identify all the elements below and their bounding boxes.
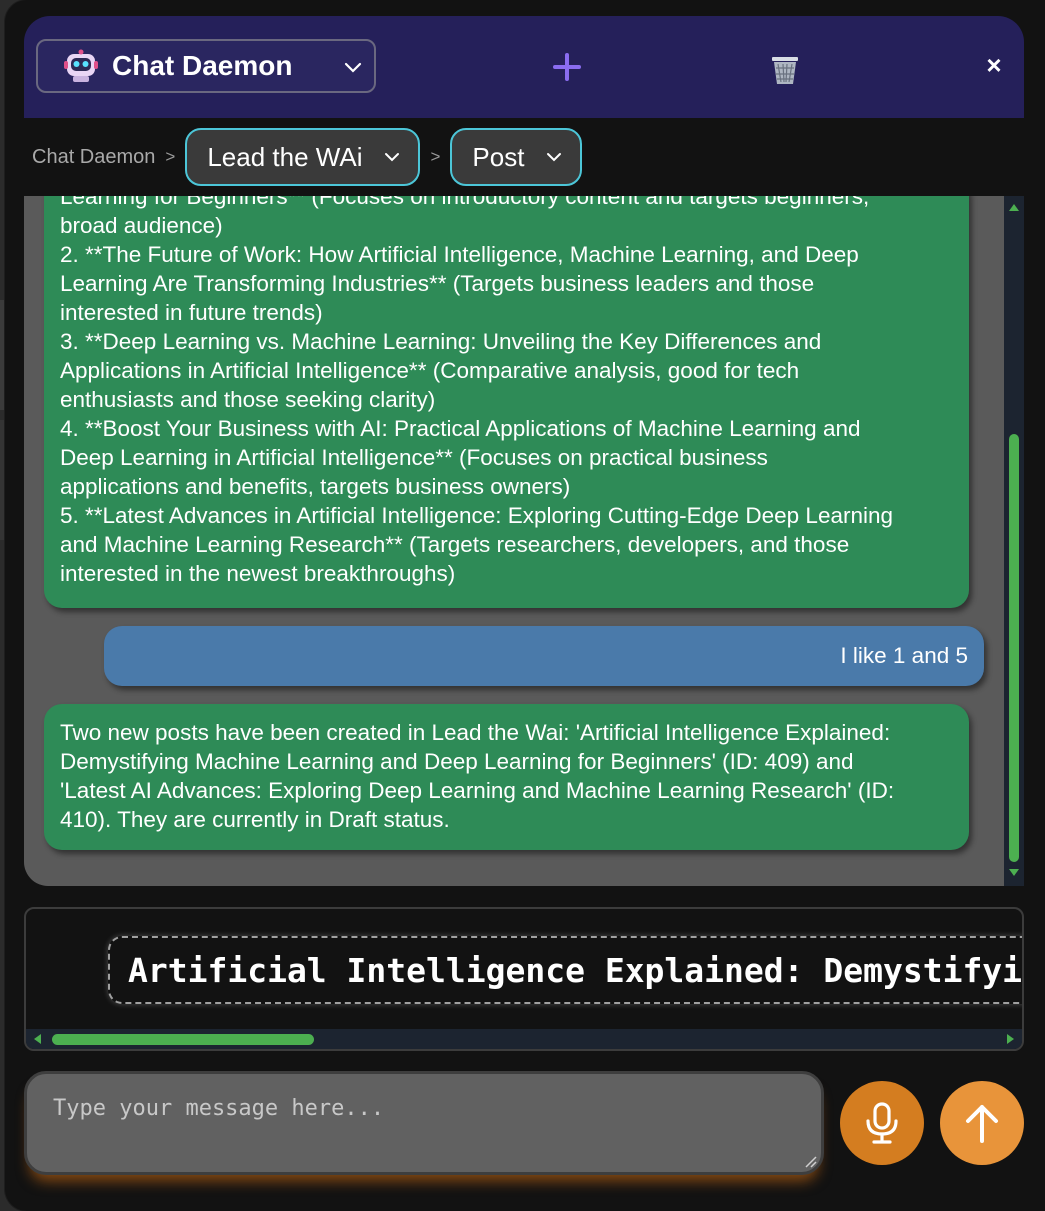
message-line: Learning for Beginners** (Focuses on int… bbox=[60, 196, 870, 209]
send-button[interactable] bbox=[940, 1081, 1024, 1165]
breadcrumb-separator: > bbox=[165, 147, 176, 166]
message-line: Learning Are Transforming Industries** (… bbox=[60, 271, 815, 296]
bot-message: Two new posts have been created in Lead … bbox=[44, 704, 969, 850]
message-line: 4. **Boost Your Business with AI: Practi… bbox=[60, 416, 861, 441]
microphone-icon bbox=[866, 1102, 898, 1144]
site-selector-label: Lead the WAi bbox=[207, 141, 363, 172]
message-line: Demystifying Machine Learning and Deep L… bbox=[60, 749, 854, 774]
site-selector[interactable]: Lead the WAi bbox=[185, 128, 421, 186]
chevron-down-icon bbox=[344, 62, 362, 73]
breadcrumb: Chat Daemon > Lead the WAi > Post bbox=[24, 118, 1024, 196]
chevron-down-icon bbox=[385, 153, 400, 162]
scroll-left-icon[interactable] bbox=[32, 1033, 42, 1045]
scrollbar-thumb[interactable] bbox=[1009, 434, 1019, 862]
arrow-up-icon bbox=[966, 1105, 998, 1143]
message-line: broad audience) bbox=[60, 213, 223, 238]
close-button[interactable]: × bbox=[979, 50, 1009, 80]
header-bar: Chat Daemon × bbox=[24, 16, 1024, 118]
message-line: Two new posts have been created in Lead … bbox=[60, 720, 891, 745]
breadcrumb-separator: > bbox=[430, 147, 441, 166]
type-selector[interactable]: Post bbox=[450, 128, 583, 186]
horizontal-scrollbar[interactable] bbox=[26, 1029, 1022, 1049]
message-line: interested in future trends) bbox=[60, 300, 323, 325]
message-line: 2. **The Future of Work: How Artificial … bbox=[60, 242, 859, 267]
message-line: I like 1 and 5 bbox=[840, 643, 968, 668]
robot-icon bbox=[64, 49, 98, 82]
user-message: I like 1 and 5 bbox=[104, 626, 984, 686]
post-title-text: Artificial Intelligence Explained: Demys… bbox=[128, 950, 1023, 990]
message-line: and Machine Learning Research** (Targets… bbox=[60, 532, 850, 557]
message-line: 5. **Latest Advances in Artificial Intel… bbox=[60, 503, 894, 528]
message-line: interested in the newest breakthroughs) bbox=[60, 561, 456, 586]
breadcrumb-root[interactable]: Chat Daemon bbox=[32, 146, 155, 169]
bot-message: Learning for Beginners** (Focuses on int… bbox=[44, 196, 969, 608]
bot-name: Chat Daemon bbox=[112, 50, 293, 81]
scroll-right-icon[interactable] bbox=[1006, 1033, 1016, 1045]
message-input-placeholder: Type your message here... bbox=[53, 1096, 385, 1121]
plus-icon bbox=[553, 53, 581, 81]
voice-input-button[interactable] bbox=[840, 1081, 924, 1165]
chevron-down-icon bbox=[547, 153, 562, 162]
post-title-chip[interactable]: Artificial Intelligence Explained: Demys… bbox=[108, 936, 1023, 1004]
bot-selector[interactable]: Chat Daemon bbox=[36, 39, 376, 93]
new-chat-button[interactable] bbox=[552, 52, 582, 84]
post-title-scroller: Artificial Intelligence Explained: Demys… bbox=[24, 907, 1024, 1051]
message-input[interactable]: Type your message here... bbox=[24, 1071, 824, 1175]
message-line: applications and benefits, targets busin… bbox=[60, 474, 571, 499]
scroll-down-icon[interactable] bbox=[1008, 868, 1020, 878]
scroll-up-icon[interactable] bbox=[1008, 202, 1020, 212]
type-selector-label: Post bbox=[472, 141, 525, 172]
delete-chat-button[interactable] bbox=[768, 52, 802, 86]
resize-handle-icon[interactable] bbox=[803, 1154, 817, 1168]
scrollbar-thumb[interactable] bbox=[52, 1034, 314, 1045]
message-scrollbar[interactable] bbox=[1004, 196, 1024, 886]
message-list[interactable]: Learning for Beginners** (Focuses on int… bbox=[24, 196, 1004, 886]
message-line: Deep Learning in Artificial Intelligence… bbox=[60, 445, 768, 470]
trash-icon bbox=[772, 57, 798, 84]
message-line: Applications in Artificial Intelligence*… bbox=[60, 358, 800, 383]
message-line: 3. **Deep Learning vs. Machine Learning:… bbox=[60, 329, 822, 354]
message-line: 'Latest AI Advances: Exploring Deep Lear… bbox=[60, 778, 895, 803]
message-line: enthusiasts and those seeking clarity) bbox=[60, 387, 436, 412]
message-line: 410). They are currently in Draft status… bbox=[60, 807, 450, 832]
